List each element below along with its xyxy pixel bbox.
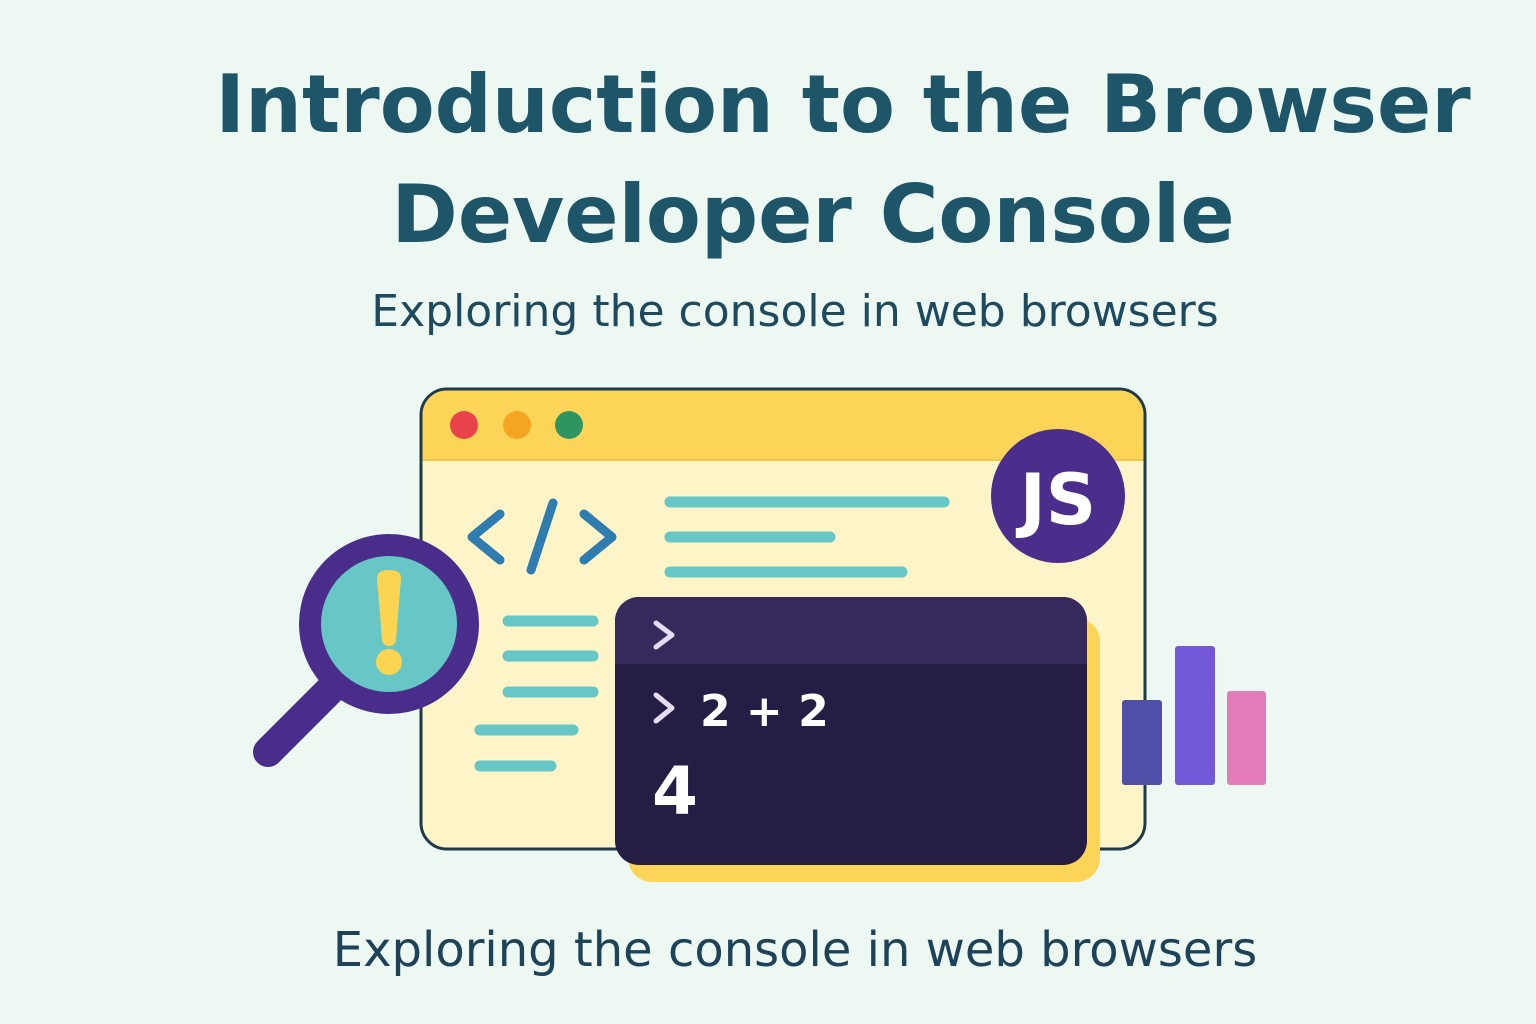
footer-caption-text: Exploring the console in web browsers — [332, 922, 1258, 978]
minimize-dot-icon[interactable] — [503, 411, 531, 439]
maximize-dot-icon[interactable] — [555, 411, 583, 439]
chart-bar-2 — [1175, 646, 1215, 785]
close-dot-icon[interactable] — [450, 411, 478, 439]
console-input-expression[interactable]: 2 + 2 — [700, 686, 829, 737]
chart-bar-3 — [1227, 691, 1266, 785]
js-badge: JS — [991, 429, 1125, 563]
console-result: 4 — [652, 753, 698, 830]
js-badge-label: JS — [1016, 459, 1096, 541]
chart-bar-1 — [1122, 700, 1162, 785]
footer-caption: Exploring the console in web browsers — [0, 918, 1536, 982]
console-panel: 2 + 2 4 — [615, 597, 1100, 882]
console-illustration: JS 2 + 2 4 — [253, 387, 1266, 882]
console-header — [615, 597, 1087, 664]
slide: Introduction to the Browser Developer Co… — [0, 0, 1536, 1024]
